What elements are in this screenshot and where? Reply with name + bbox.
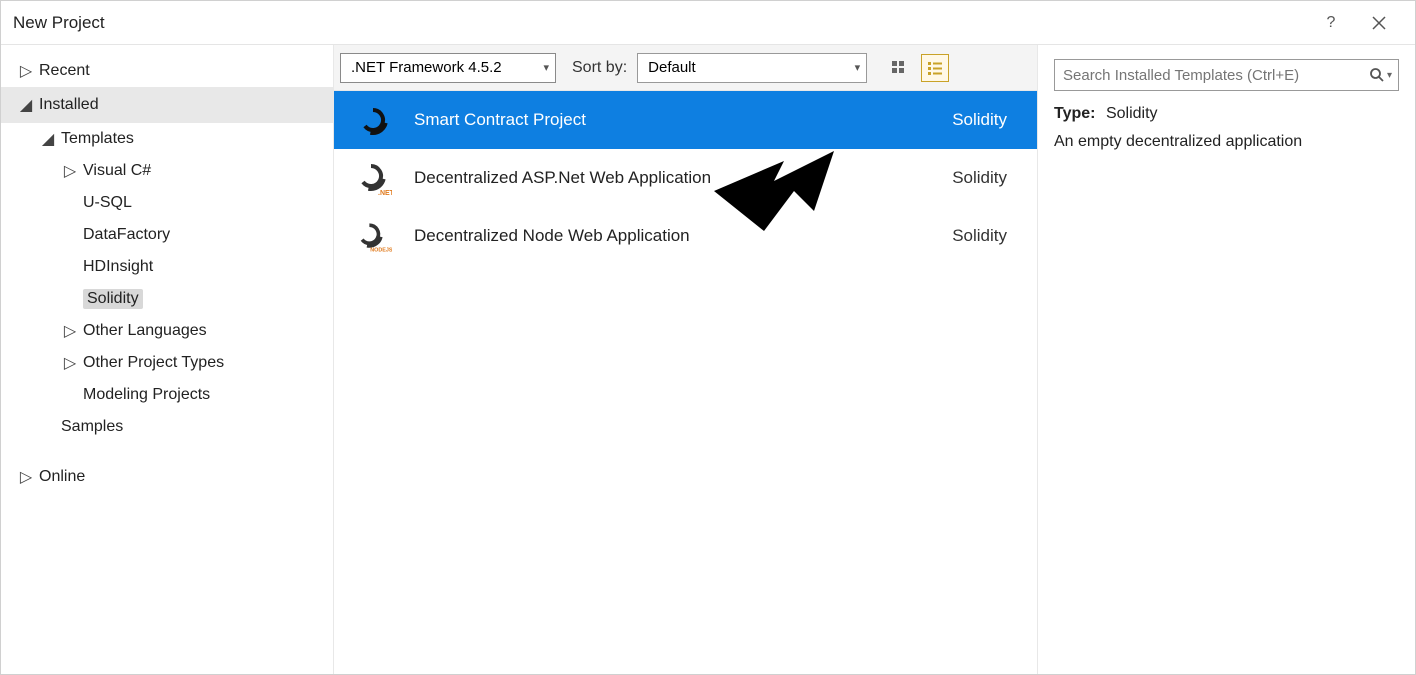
tree-label: Modeling Projects [83,386,210,404]
chevron-down-icon: ▾ [535,61,549,74]
chevron-right-icon: ▷ [63,321,77,341]
chevron-down-icon: ◢ [41,129,55,149]
framework-value: .NET Framework 4.5.2 [351,59,502,76]
chevron-down-icon: ▾ [847,61,861,74]
solidity-net-icon: .NET [354,159,392,197]
template-item-node[interactable]: NODEJS Decentralized Node Web Applicatio… [334,207,1037,265]
sort-by-select[interactable]: Default ▾ [637,53,867,83]
tree-label: Online [39,468,85,486]
tree-item-samples[interactable]: Samples [1,411,333,443]
tree-item-templates[interactable]: ◢ Templates [1,123,333,155]
search-templates-input[interactable]: ▾ [1054,59,1399,91]
tree-item-recent[interactable]: ▷ Recent [1,55,333,87]
template-language: Solidity [897,168,1017,188]
tree-label: Installed [39,96,99,114]
search-field[interactable] [1063,67,1367,84]
chevron-down-icon: ▾ [1387,70,1392,81]
tree-label: Recent [39,62,90,80]
detail-description: An empty decentralized application [1054,133,1399,151]
svg-text:NODEJS: NODEJS [370,247,392,253]
tiles-icon [891,60,907,76]
tree-item-other-languages[interactable]: ▷ Other Languages [1,315,333,347]
tree-item-visual-csharp[interactable]: ▷ Visual C# [1,155,333,187]
tree-label: Visual C# [83,162,151,180]
template-list: Smart Contract Project Solidity .NET Dec… [334,91,1037,674]
tree-label: U-SQL [83,194,132,212]
template-pane: .NET Framework 4.5.2 ▾ Sort by: Default … [334,45,1038,674]
tree-label: DataFactory [83,226,170,244]
category-tree: ▷ Recent ◢ Installed ◢ Templates ▷ Visua… [1,45,333,493]
tree-item-other-project-types[interactable]: ▷ Other Project Types [1,347,333,379]
sort-by-value: Default [648,59,696,76]
template-item-smart-contract[interactable]: Smart Contract Project Solidity [334,91,1037,149]
view-tiles-button[interactable] [885,54,913,82]
tree-item-online[interactable]: ▷ Online [1,461,333,493]
help-button[interactable]: ? [1307,8,1355,38]
tree-item-solidity[interactable]: Solidity [1,283,333,315]
details-pane: ▾ Type: Solidity An empty decentralized … [1038,45,1415,674]
chevron-right-icon: ▷ [19,467,33,487]
tree-label: HDInsight [83,258,153,276]
detail-description-text: An empty decentralized application [1054,133,1302,150]
tree-label: Templates [61,130,134,148]
template-name: Decentralized ASP.Net Web Application [414,168,897,188]
tree-label: Other Languages [83,322,207,340]
tree-item-installed[interactable]: ◢ Installed [1,87,333,123]
tree-item-modeling-projects[interactable]: Modeling Projects [1,379,333,411]
detail-type-value: Solidity [1106,105,1158,122]
close-button[interactable] [1355,8,1403,38]
chevron-down-icon: ◢ [19,95,33,115]
sidebar: ▷ Recent ◢ Installed ◢ Templates ▷ Visua… [1,45,334,674]
chevron-right-icon: ▷ [63,161,77,181]
tree-item-usql[interactable]: U-SQL [1,187,333,219]
tree-item-datafactory[interactable]: DataFactory [1,219,333,251]
template-item-aspnet[interactable]: .NET Decentralized ASP.Net Web Applicati… [334,149,1037,207]
template-name: Decentralized Node Web Application [414,226,897,246]
tree-label: Samples [61,418,123,436]
template-language: Solidity [897,226,1017,246]
template-language: Solidity [897,110,1017,130]
template-name: Smart Contract Project [414,110,897,130]
view-list-button[interactable] [921,54,949,82]
close-icon [1372,16,1386,30]
detail-type-label: Type: [1054,105,1095,122]
svg-text:.NET: .NET [378,190,392,197]
chevron-right-icon: ▷ [63,353,77,373]
chevron-right-icon: ▷ [19,61,33,81]
framework-select[interactable]: .NET Framework 4.5.2 ▾ [340,53,556,83]
list-icon [927,60,943,76]
tree-label: Solidity [83,289,143,309]
window-title: New Project [13,13,1307,33]
solidity-icon [354,101,392,139]
template-toolbar: .NET Framework 4.5.2 ▾ Sort by: Default … [334,45,1037,91]
titlebar: New Project ? [1,1,1415,45]
sort-by-label: Sort by: [572,59,627,77]
new-project-dialog: New Project ? ▷ Recent ◢ Installed ◢ Tem… [0,0,1416,675]
detail-type: Type: Solidity [1054,105,1399,123]
dialog-body: ▷ Recent ◢ Installed ◢ Templates ▷ Visua… [1,45,1415,674]
search-icon [1369,67,1385,83]
search-button[interactable]: ▾ [1367,67,1394,83]
tree-item-hdinsight[interactable]: HDInsight [1,251,333,283]
tree-label: Other Project Types [83,354,224,372]
solidity-node-icon: NODEJS [354,217,392,255]
